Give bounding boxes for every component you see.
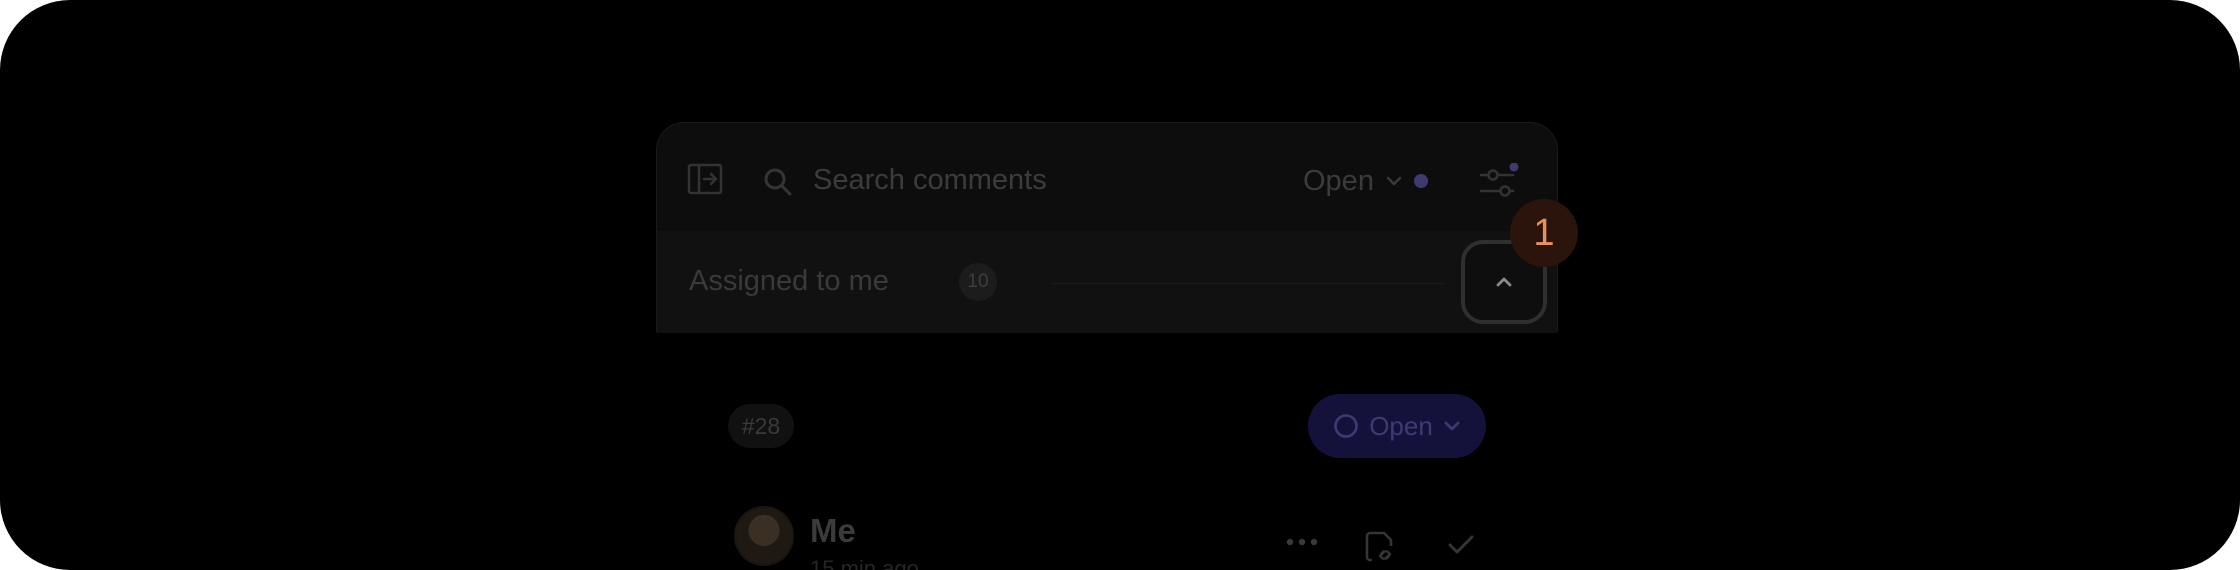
dimmed-screen: Open Assigned to me 10 [0, 0, 2240, 570]
check-icon[interactable] [1446, 530, 1476, 560]
status-circle-icon [1334, 414, 1358, 438]
comment-timestamp: 15 min ago [810, 556, 919, 570]
sidebar-toggle-icon[interactable] [687, 163, 723, 195]
copy-link-icon[interactable] [1364, 530, 1398, 564]
status-indicator-dot [1413, 174, 1428, 188]
assigned-to-me-section: Assigned to me 10 [657, 231, 1557, 333]
avatar [734, 506, 794, 566]
comment-author: Me [810, 512, 856, 549]
status-filter-dropdown[interactable]: Open [1303, 159, 1428, 203]
comment-status-label: Open [1369, 410, 1433, 441]
search-icon [764, 168, 792, 196]
chevron-up-icon [1496, 277, 1512, 287]
chevron-down-icon [1386, 176, 1402, 186]
step-number-badge: 1 [1510, 199, 1578, 267]
comments-panel: Open Assigned to me 10 [656, 122, 1558, 333]
status-filter-label: Open [1303, 164, 1374, 197]
divider [1053, 283, 1443, 284]
more-icon[interactable] [1286, 535, 1318, 549]
chevron-down-icon [1444, 421, 1460, 431]
comment-status-dropdown[interactable]: Open [1308, 394, 1486, 458]
count-badge: 10 [959, 263, 997, 301]
section-title: Assigned to me [689, 265, 889, 297]
comment-id-badge: #28 [728, 404, 794, 448]
filter-sliders-icon[interactable] [1479, 163, 1519, 201]
search-input[interactable] [811, 157, 1235, 203]
comments-toolbar: Open [657, 123, 1557, 231]
